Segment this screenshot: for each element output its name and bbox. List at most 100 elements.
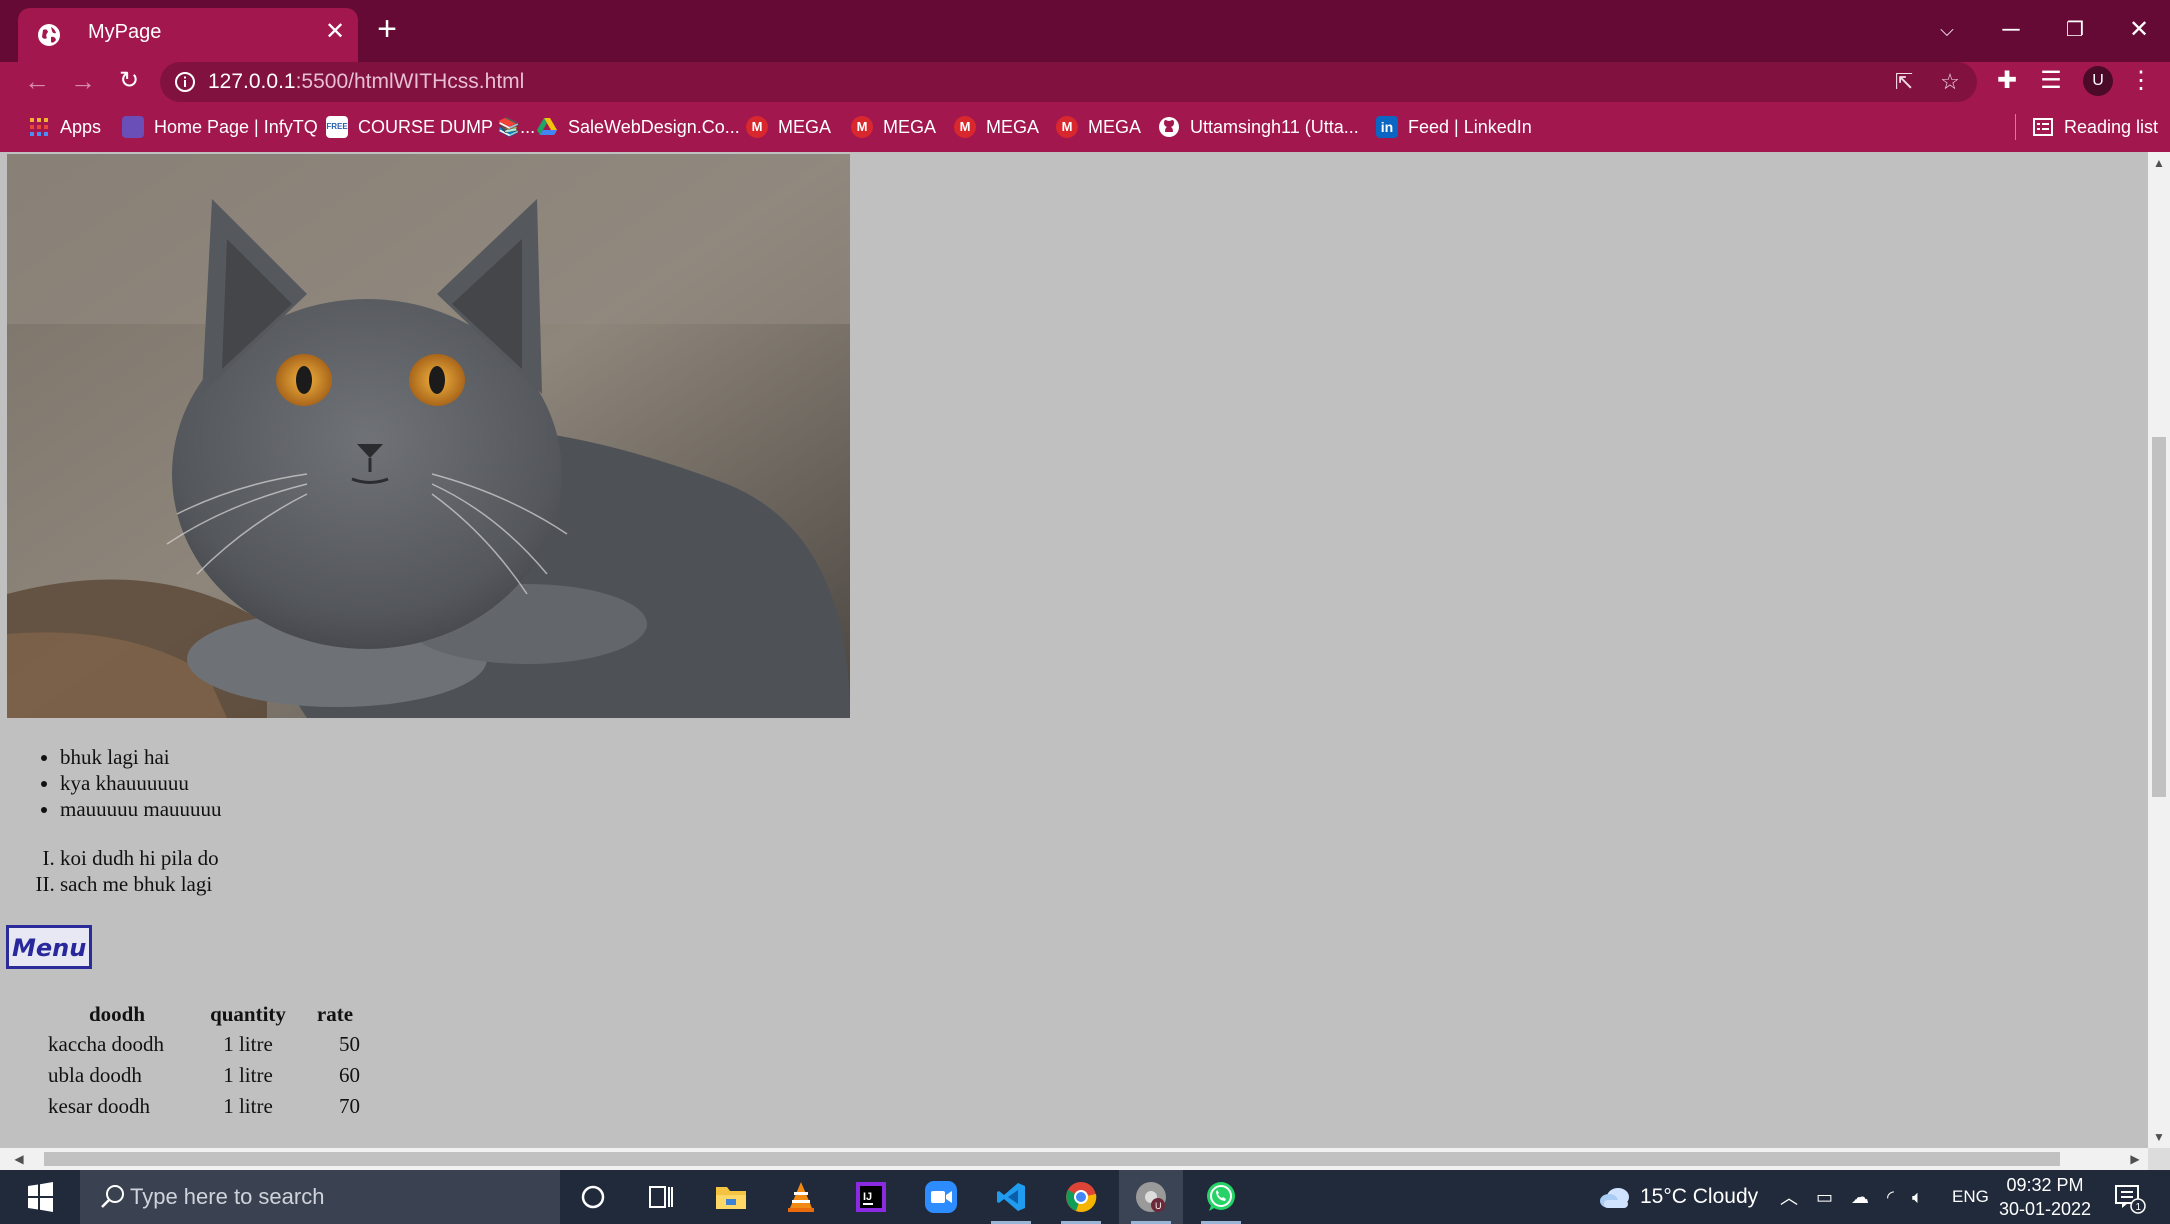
cortana-icon — [581, 1185, 605, 1209]
mega-icon: M — [1056, 116, 1078, 138]
scroll-up-arrow-icon[interactable]: ▲ — [2148, 152, 2170, 174]
wifi-icon[interactable]: ◜ — [1887, 1187, 1894, 1208]
info-icon[interactable] — [174, 71, 196, 93]
notification-button[interactable]: 1 — [2112, 1170, 2146, 1224]
windows-taskbar: Type here to search IJ U 15°C Cloudy ︿ ▭… — [0, 1170, 2170, 1224]
bookmark-label: MEGA — [778, 116, 832, 137]
table-cell: 1 litre — [223, 1094, 273, 1118]
chrome-profile-icon: U — [1136, 1182, 1166, 1212]
extensions-icon[interactable]: ✚ — [1990, 64, 2024, 98]
zoom-button[interactable] — [909, 1170, 973, 1224]
tab-mypage[interactable]: MyPage ✕ — [18, 8, 358, 62]
tab-title: MyPage — [88, 21, 162, 43]
minimize-button[interactable]: ─ — [1988, 10, 2034, 50]
profile-avatar[interactable]: U — [2083, 66, 2113, 96]
bookmark-infytq[interactable]: Home Page | InfyTQ — [122, 114, 318, 140]
table-cell: 50 — [339, 1032, 360, 1056]
bookmark-mega-2[interactable]: M MEGA — [851, 114, 936, 140]
google-drive-icon — [537, 118, 557, 135]
table-cell: ubla doodh — [48, 1063, 142, 1087]
url-text[interactable]: 127.0.0.1:5500/htmlWITHcss.html — [208, 70, 524, 94]
table-row: kaccha doodh 1 litre 50 — [42, 1030, 366, 1059]
vlc-button[interactable] — [769, 1170, 833, 1224]
back-button[interactable]: ← — [20, 64, 54, 98]
restore-button[interactable]: ❐ — [2052, 10, 2098, 50]
close-window-button[interactable]: ✕ — [2116, 10, 2162, 50]
system-tray: ︿ ▭ ☁ ◜ 🔈︎ — [1780, 1170, 1923, 1224]
volume-icon[interactable]: 🔈︎ — [1912, 1187, 1923, 1208]
table-header-row: doodh quantity rate — [42, 1000, 366, 1028]
bookmark-star-icon[interactable]: ☆ — [1936, 68, 1964, 96]
chrome-button[interactable] — [1049, 1170, 1113, 1224]
bookmark-label: MEGA — [1088, 116, 1142, 137]
bookmark-github[interactable]: Uttamsingh11 (Utta... — [1158, 114, 1359, 140]
table-cell: 70 — [339, 1094, 360, 1118]
file-explorer-button[interactable] — [699, 1170, 763, 1224]
cloud-icon — [1600, 1188, 1629, 1208]
start-button[interactable] — [0, 1170, 80, 1224]
onedrive-cloud-icon[interactable]: ☁ — [1851, 1187, 1869, 1208]
reading-list-label: Reading list — [2064, 116, 2159, 137]
close-tab-icon[interactable]: ✕ — [320, 17, 350, 47]
taskbar-search-box[interactable]: Type here to search — [80, 1170, 560, 1224]
whatsapp-button[interactable] — [1189, 1170, 1253, 1224]
mega-icon: M — [851, 116, 873, 138]
horizontal-scrollbar[interactable]: ◀ ▶ — [0, 1148, 2148, 1170]
bookmark-linkedin[interactable]: in Feed | LinkedIn — [1376, 114, 1532, 140]
mega-icon: M — [954, 116, 976, 138]
share-icon[interactable]: ⇱ — [1890, 68, 1918, 96]
table-cell: kesar doodh — [48, 1094, 151, 1118]
media-queue-icon[interactable]: ☰ — [2034, 64, 2068, 98]
bookmark-label: MEGA — [883, 116, 937, 137]
table-row: ubla doodh 1 litre 60 — [42, 1061, 366, 1090]
page-viewport[interactable]: bhuk lagi hai kya khauuuuuu mauuuuu mauu… — [0, 152, 2148, 1148]
bookmark-label: Home Page | InfyTQ — [154, 116, 318, 137]
scroll-left-arrow-icon[interactable]: ◀ — [8, 1148, 30, 1170]
chrome-icon — [1066, 1182, 1097, 1212]
menu-heading: Menu — [6, 925, 93, 969]
search-placeholder: Type here to search — [130, 1184, 325, 1209]
vertical-scroll-thumb[interactable] — [2152, 437, 2166, 797]
list-item: bhuk lagi hai — [60, 744, 222, 770]
vscode-icon — [997, 1183, 1025, 1211]
chrome-profile-button[interactable]: U — [1119, 1170, 1183, 1224]
notification-icon: 1 — [2115, 1185, 2146, 1214]
table-cell: 1 litre — [223, 1032, 273, 1056]
scroll-right-arrow-icon[interactable]: ▶ — [2124, 1148, 2146, 1170]
bookmark-course-dump[interactable]: FREE COURSE DUMP 📚... — [326, 114, 535, 140]
cortana-button[interactable] — [561, 1170, 625, 1224]
bookmark-label: MEGA — [986, 116, 1040, 137]
search-icon — [101, 1185, 124, 1208]
bookmark-mega-4[interactable]: M MEGA — [1056, 114, 1141, 140]
notification-count: 1 — [2136, 1202, 2142, 1213]
browser-toolbar: ← → ↻ 127.0.0.1:5500/htmlWITHcss.html ⇱ … — [0, 62, 2170, 102]
more-menu-icon[interactable]: ⋮ — [2124, 64, 2158, 98]
horizontal-scroll-thumb[interactable] — [44, 1152, 2060, 1166]
battery-icon[interactable]: ▭ — [1816, 1187, 1833, 1208]
list-item: sach me bhuk lagi — [60, 871, 219, 897]
tab-search-icon[interactable]: ⌵ — [1924, 10, 1970, 50]
clock[interactable]: 09:32 PM 30-01-2022 — [1990, 1173, 2100, 1221]
intellij-button[interactable]: IJ — [839, 1170, 903, 1224]
scroll-down-arrow-icon[interactable]: ▼ — [2148, 1126, 2170, 1148]
bookmark-label: COURSE DUMP 📚... — [358, 116, 536, 137]
chevron-up-icon[interactable]: ︿ — [1780, 1184, 1798, 1210]
language-indicator[interactable]: ENG — [1952, 1170, 1989, 1224]
bookmark-mega-3[interactable]: M MEGA — [954, 114, 1039, 140]
bookmark-salewebdesign[interactable]: SaleWebDesign.Co... — [536, 114, 740, 140]
weather-widget[interactable]: 15°C Cloudy — [1598, 1170, 1758, 1224]
reading-list-button[interactable]: Reading list — [2032, 114, 2158, 140]
task-view-button[interactable] — [629, 1170, 693, 1224]
zoom-icon — [925, 1181, 957, 1213]
folder-icon — [716, 1187, 746, 1209]
vscode-button[interactable] — [979, 1170, 1043, 1224]
new-tab-button[interactable]: + — [370, 12, 404, 48]
reload-button[interactable]: ↻ — [112, 64, 146, 98]
bookmark-apps[interactable]: Apps — [28, 114, 101, 140]
forward-button[interactable]: → — [66, 64, 100, 98]
table-cell: kaccha doodh — [48, 1032, 165, 1056]
list-item: kya khauuuuuu — [60, 770, 222, 796]
bookmark-mega-1[interactable]: M MEGA — [746, 114, 831, 140]
address-bar[interactable]: 127.0.0.1:5500/htmlWITHcss.html ⇱ ☆ — [160, 62, 1977, 102]
vertical-scrollbar[interactable]: ▲ ▼ — [2148, 152, 2170, 1148]
